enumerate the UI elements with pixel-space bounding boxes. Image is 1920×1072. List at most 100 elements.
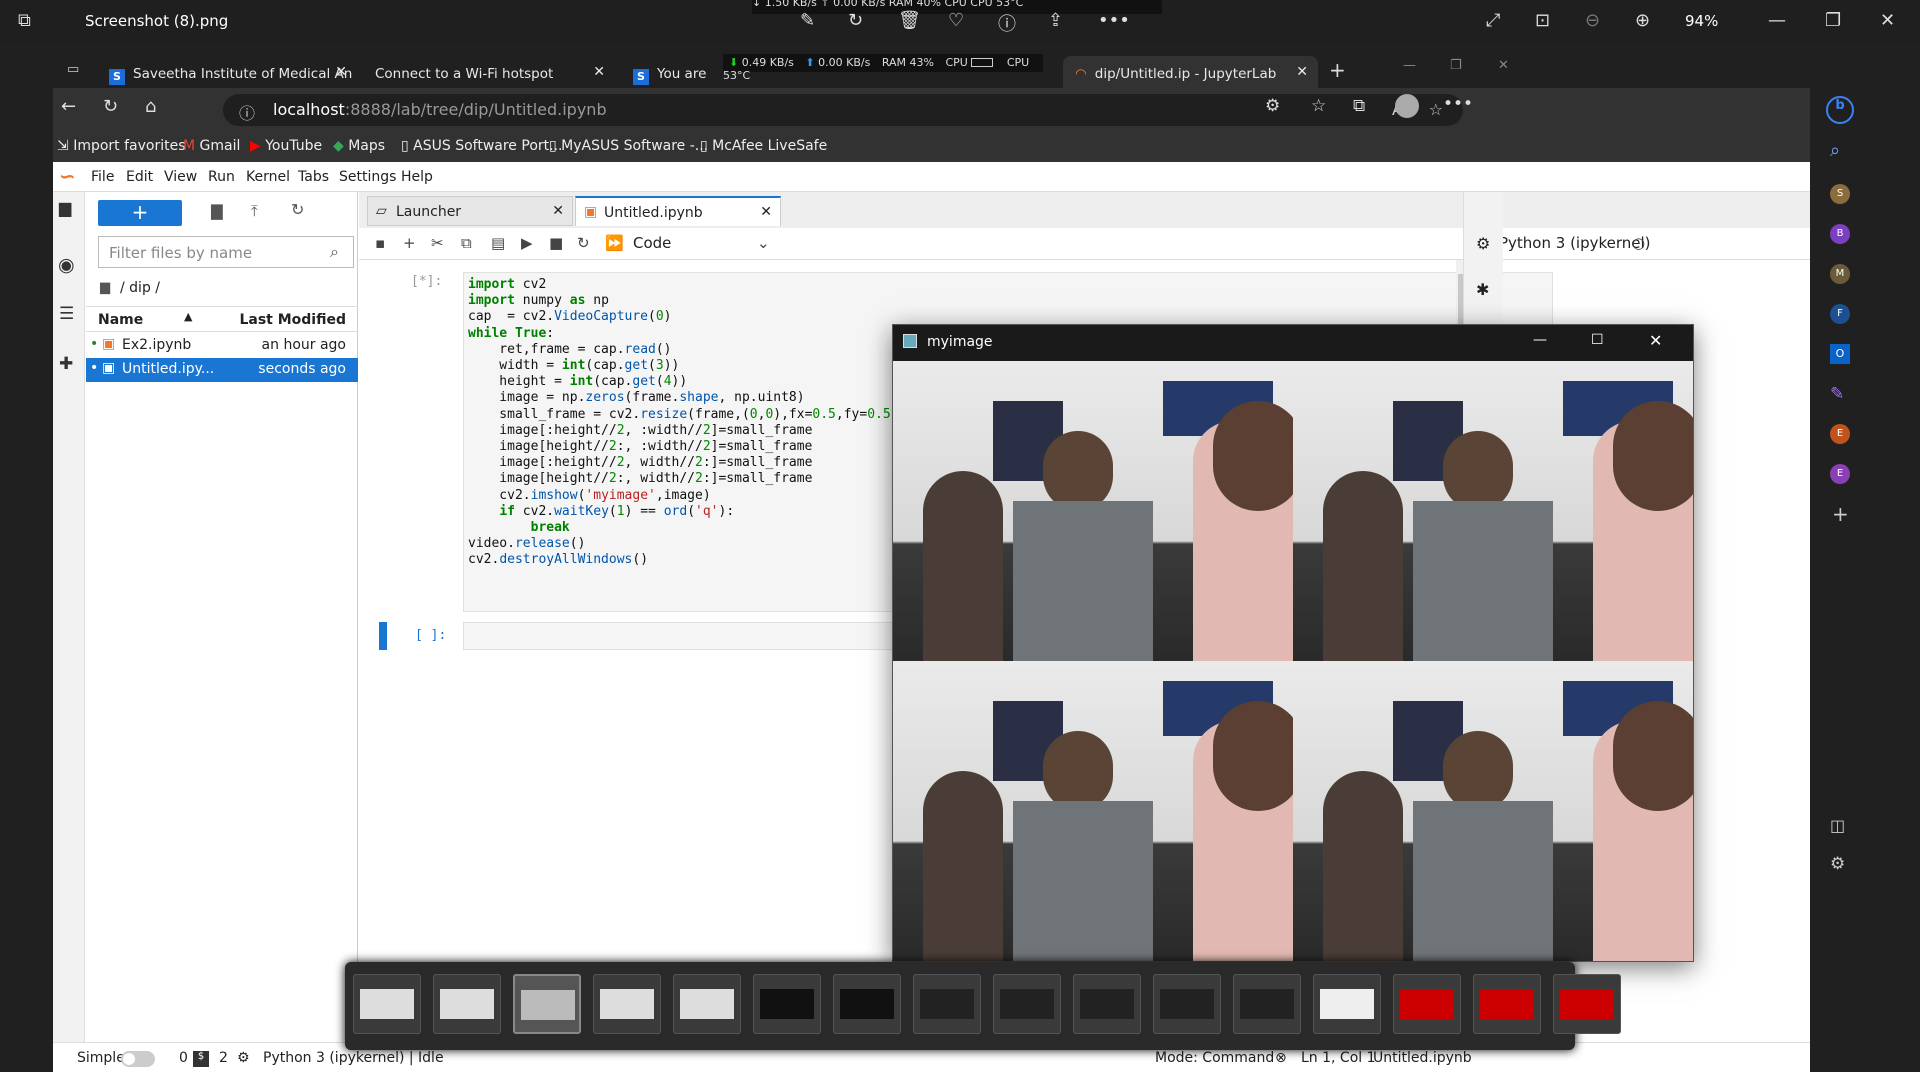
filmstrip-thumbnail[interactable] [993,974,1061,1034]
new-tab-icon[interactable]: + [1329,58,1346,82]
filmstrip-thumbnail[interactable] [753,974,821,1034]
back-icon[interactable]: ← [61,96,76,117]
sidebar-app-f[interactable]: F [1830,304,1850,324]
new-launcher-button[interactable]: + [98,200,182,226]
run-icon[interactable]: ▶ [521,234,533,252]
file-row[interactable]: • ▣ Ex2.ipynb an hour ago [86,334,358,358]
share-icon[interactable]: ⇪ [1048,10,1063,31]
run-all-icon[interactable]: ⏩ [605,234,624,252]
property-inspector-icon[interactable]: ⚙ [1476,234,1490,253]
actual-size-icon[interactable]: ⊡ [1535,10,1550,31]
menu-tabs[interactable]: Tabs [298,169,329,185]
maximize-icon[interactable]: ❐ [1825,10,1841,31]
breadcrumb[interactable]: / dip / [120,280,160,296]
menu-run[interactable]: Run [208,169,235,185]
window-restore-icon[interactable]: ❐ [1450,58,1462,73]
close-icon[interactable]: ✕ [1649,331,1662,350]
menu-view[interactable]: View [164,169,197,185]
filter-files-input[interactable]: Filter files by name [98,236,354,268]
new-folder-icon[interactable]: ▇ [211,202,223,220]
zoom-out-icon[interactable]: ⊖ [1585,10,1600,31]
filmstrip-thumbnail[interactable] [593,974,661,1034]
insert-cell-icon[interactable]: + [403,234,416,252]
filmstrip-thumbnail[interactable] [1233,974,1301,1034]
bookmark-asus[interactable]: ▯ ASUS Software Port... [401,138,562,154]
favorite-icon[interactable]: ♡ [948,10,964,31]
paste-icon[interactable]: ▤ [491,234,505,252]
opencv-window[interactable]: myimage — ☐ ✕ [892,324,1694,962]
toc-icon[interactable]: ☰ [59,304,74,324]
zoom-in-icon[interactable]: ⊕ [1635,10,1650,31]
column-last-modified[interactable]: Last Modified [239,312,346,328]
bookmark-import-favorites[interactable]: ⇲ Import favorites [57,138,186,154]
restart-icon[interactable]: ↻ [577,234,590,252]
save-icon[interactable]: ▪ [375,234,385,252]
running-icon[interactable]: ◉ [58,254,75,276]
kernel-settings-icon[interactable]: ⚙ [237,1050,250,1066]
cell-type-select[interactable]: Code [633,234,671,252]
kernel-name[interactable]: Python 3 (ipykernel) [1499,234,1651,252]
extensions-icon[interactable]: ⚙ [1265,96,1280,116]
simple-mode-toggle[interactable] [121,1051,155,1067]
filmstrip-thumbnail[interactable] [513,974,581,1034]
filmstrip-thumbnail[interactable] [1313,974,1381,1034]
sidebar-app-e2[interactable]: E [1830,464,1850,484]
menu-edit[interactable]: Edit [126,169,153,185]
notification-icon[interactable]: ⊗ [1275,1050,1287,1066]
sidebar-app-e1[interactable]: E [1830,424,1850,444]
close-tab-icon[interactable]: ✕ [1296,64,1308,80]
filmstrip-thumbnail[interactable] [1393,974,1461,1034]
copy-icon[interactable]: ⧉ [461,234,472,252]
filmstrip-thumbnail[interactable] [673,974,741,1034]
tab-actions-icon[interactable]: ▭ [67,62,79,77]
collections-icon[interactable]: ⧉ [1353,96,1365,116]
menu-kernel[interactable]: Kernel [246,169,290,185]
filmstrip-thumbnail[interactable] [1073,974,1141,1034]
refresh-icon[interactable]: ↻ [103,96,118,117]
window-close-icon[interactable]: ✕ [1498,58,1509,73]
tab-wifi-hotspot[interactable]: Connect to a Wi-Fi hotspot ✕ [363,56,615,88]
filmstrip-thumbnail[interactable] [1553,974,1621,1034]
add-favorite-icon[interactable]: ☆ [1429,100,1443,119]
sidebar-app-s[interactable]: S [1830,184,1850,204]
designer-icon[interactable]: ✎ [1830,384,1844,404]
rotate-icon[interactable]: ↻ [848,10,863,31]
sidebar-settings-icon[interactable]: ⚙ [1830,854,1845,874]
filmstrip-thumbnail[interactable] [353,974,421,1034]
menu-settings[interactable]: Settings [339,169,396,185]
filmstrip-thumbnail[interactable] [1153,974,1221,1034]
tab-launcher[interactable]: ▱ Launcher ✕ [367,196,573,226]
tab-you-are[interactable]: S You are [621,56,721,88]
debugger-panel-icon[interactable]: ✱ [1476,280,1489,299]
close-tab-icon[interactable]: ✕ [552,203,564,219]
bookmark-youtube[interactable]: ▶ YouTube [250,138,322,154]
extension-icon[interactable]: ✚ [59,354,73,374]
bing-chat-icon[interactable]: b [1826,96,1854,124]
tab-saveetha[interactable]: S Saveetha Institute of Medical An ✕ [97,56,357,88]
profile-avatar[interactable] [1395,94,1419,118]
home-icon[interactable]: ⌂ [145,96,156,117]
cut-icon[interactable]: ✂ [431,234,444,252]
refresh-files-icon[interactable]: ↻ [291,200,304,219]
favorites-icon[interactable]: ☆ [1311,96,1326,116]
opencv-title-bar[interactable]: myimage — ☐ ✕ [893,325,1693,361]
kernel-status[interactable]: Python 3 (ipykernel) | Idle [263,1050,444,1066]
minimize-icon[interactable]: — [1768,10,1786,31]
bookmark-myasus[interactable]: ▯ MyASUS Software -... [549,138,708,154]
tab-jupyterlab[interactable]: ◠ dip/Untitled.ip - JupyterLab ✕ [1063,56,1318,88]
close-tab-icon[interactable]: ✕ [593,64,605,80]
split-screen-icon[interactable]: ◫ [1830,816,1845,835]
file-row-selected[interactable]: • ▣ Untitled.ipy... seconds ago [86,358,358,382]
menu-help[interactable]: Help [401,169,433,185]
outlook-icon[interactable]: O [1830,344,1850,364]
sidebar-app-m[interactable]: M [1830,264,1850,284]
filmstrip-thumbnail[interactable] [1473,974,1541,1034]
edit-icon[interactable]: ✎ [800,10,815,31]
bookmark-maps[interactable]: ◆ Maps [333,138,385,154]
delete-icon[interactable]: 🗑 [898,10,921,31]
filmstrip-thumbnail[interactable] [833,974,901,1034]
stop-icon[interactable]: ■ [549,234,563,252]
chevron-down-icon[interactable]: ⌄ [757,234,770,252]
close-tab-icon[interactable]: ✕ [335,64,347,80]
menu-file[interactable]: File [91,169,114,185]
